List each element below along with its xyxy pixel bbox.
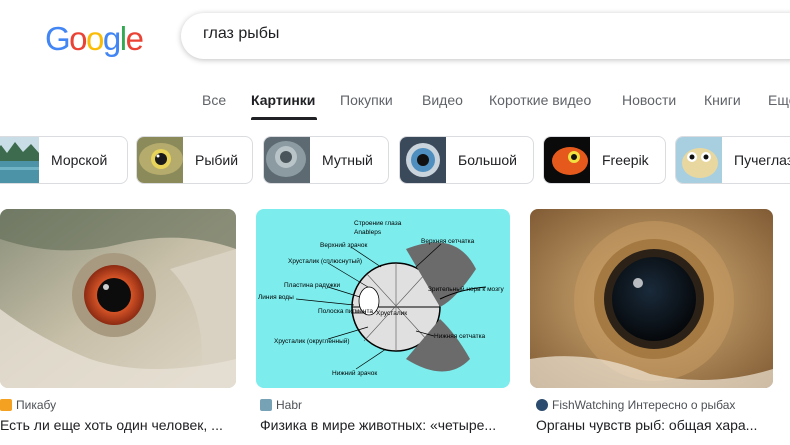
diagram-label: Линия воды xyxy=(258,294,294,301)
diagram-label: Верхний зрачок xyxy=(320,241,367,249)
diagram-label: Хрусталик (сплюснутый) xyxy=(288,257,362,265)
tab-all[interactable]: Все xyxy=(202,92,226,108)
tab-shopping[interactable]: Покупки xyxy=(340,92,393,108)
result-image[interactable] xyxy=(0,209,236,388)
pikabu-icon xyxy=(0,399,12,411)
search-tabs: Все Картинки Покупки Видео Короткие виде… xyxy=(0,90,790,120)
search-input[interactable] xyxy=(203,25,603,43)
diagram-label: Пластина радужки xyxy=(284,282,340,289)
result-title[interactable]: Органы чувств рыб: общая хара... xyxy=(536,417,757,433)
orange-fish-thumbnail-icon xyxy=(544,137,590,183)
diagram-label: Нижний зрачок xyxy=(332,369,377,377)
logo-letter: g xyxy=(102,20,121,57)
lake-thumbnail-icon xyxy=(0,137,39,183)
diagram-label: Нижняя сетчатка xyxy=(434,333,486,340)
tab-more[interactable]: Еще xyxy=(768,92,790,108)
result-source[interactable]: FishWatching Интересно о рыбах xyxy=(536,398,735,412)
active-tab-indicator xyxy=(251,117,317,120)
google-logo[interactable]: Google xyxy=(45,20,144,58)
chip-morskoy[interactable]: Морской xyxy=(0,136,128,184)
chip-label: Пучеглазый xyxy=(734,152,790,168)
diagram-label: Верхняя сетчатка xyxy=(421,238,475,245)
result-source-label: Пикабу xyxy=(16,398,57,412)
tab-videos[interactable]: Видео xyxy=(422,92,463,108)
tab-images[interactable]: Картинки xyxy=(251,92,315,108)
anableps-eye-diagram-icon: Строение глаза Anableps Верхний зрачок В… xyxy=(256,209,510,388)
diagram-subtitle: Anableps xyxy=(354,229,382,236)
tab-short-videos[interactable]: Короткие видео xyxy=(489,92,591,108)
result-title[interactable]: Физика в мире животных: «четыре... xyxy=(260,417,496,433)
fish-eye-macro-icon xyxy=(530,209,773,388)
diagram-label: Хрусталик xyxy=(376,310,407,317)
fish-eye-closeup-icon xyxy=(0,209,236,388)
logo-letter: G xyxy=(45,20,71,57)
diagram-title: Строение глаза xyxy=(354,220,402,227)
chip-label: Большой xyxy=(458,152,517,168)
fish-eye-thumbnail-icon xyxy=(137,137,183,183)
chip-label: Морской xyxy=(51,152,108,168)
chip-bolshoy[interactable]: Большой xyxy=(399,136,534,184)
diagram-label: Полоска пигмента xyxy=(318,308,373,315)
result-source[interactable]: Пикабу xyxy=(0,398,56,412)
chip-label: Рыбий xyxy=(195,152,239,168)
chip-label: Мутный xyxy=(322,152,373,168)
logo-letter: o xyxy=(69,20,87,57)
logo-letter: e xyxy=(125,20,144,57)
tab-books[interactable]: Книги xyxy=(704,92,741,108)
chip-rybiy[interactable]: Рыбий xyxy=(136,136,253,184)
result-title[interactable]: Есть ли еще хоть один человек, ... xyxy=(0,417,223,433)
fishwatching-icon xyxy=(536,399,548,411)
tab-news[interactable]: Новости xyxy=(622,92,676,108)
chip-label: Freepik xyxy=(602,152,649,168)
diagram-label: Хрусталик (округленный) xyxy=(274,337,350,345)
search-box[interactable] xyxy=(181,13,790,59)
result-image[interactable] xyxy=(530,209,773,388)
result-source[interactable]: Habr xyxy=(260,398,302,412)
diagram-label: Зрительный нерв к мозгу xyxy=(428,285,504,293)
cloudy-eye-thumbnail-icon xyxy=(264,137,310,183)
result-source-label: Habr xyxy=(276,398,303,412)
chip-puchеglazy[interactable]: Пучеглазый xyxy=(675,136,790,184)
result-source-label: FishWatching Интересно о рыбах xyxy=(552,398,736,412)
logo-letter: o xyxy=(86,20,104,57)
result-image[interactable]: Строение глаза Anableps Верхний зрачок В… xyxy=(256,209,510,388)
puffer-fish-thumbnail-icon xyxy=(676,137,722,183)
chip-freepik[interactable]: Freepik xyxy=(543,136,666,184)
big-eye-thumbnail-icon xyxy=(400,137,446,183)
habr-icon xyxy=(260,399,272,411)
chip-mutny[interactable]: Мутный xyxy=(263,136,389,184)
